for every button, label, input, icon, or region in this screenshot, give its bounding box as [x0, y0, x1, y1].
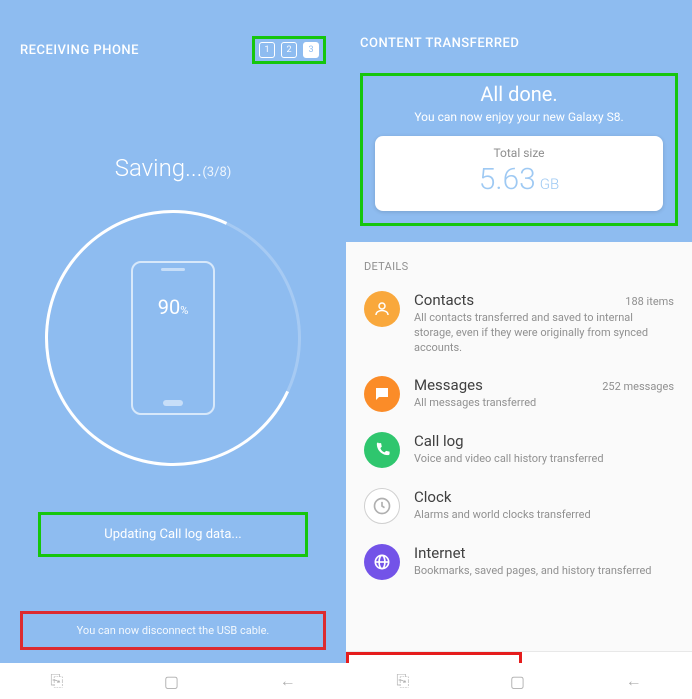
detail-text: Messages 252 messages All messages trans… — [414, 376, 674, 411]
detail-text: Clock Alarms and world clocks transferre… — [414, 488, 674, 523]
receiving-phone-screen: RECEIVING PHONE 1 2 3 Saving...(3/8) 90%… — [0, 0, 346, 699]
contacts-icon — [364, 291, 400, 327]
detail-text: Call log Voice and video call history tr… — [414, 432, 674, 467]
done-title: All done. — [375, 82, 663, 106]
clock-icon — [364, 488, 400, 524]
percent-unit: % — [180, 304, 188, 317]
back-icon[interactable]: ← — [626, 671, 642, 691]
item-title: Contacts — [414, 291, 474, 309]
item-title: Clock — [414, 488, 451, 506]
item-desc: Voice and video call history transferred — [414, 452, 674, 467]
progress-ring: 90% — [45, 210, 301, 466]
transfer-details-list: Contacts 188 items All contacts transfer… — [346, 281, 692, 590]
completion-banner: All done. You can now enjoy your new Gal… — [360, 73, 678, 226]
left-header: RECEIVING PHONE 1 2 3 — [0, 0, 346, 64]
home-icon[interactable]: ▢ — [510, 672, 525, 691]
saving-status: Saving...(3/8) — [0, 154, 346, 182]
detail-text: Contacts 188 items All contacts transfer… — [414, 291, 674, 356]
android-navbar: ⎘ ▢ ← — [346, 663, 692, 699]
detail-item-contacts[interactable]: Contacts 188 items All contacts transfer… — [360, 281, 678, 366]
size-label: Total size — [375, 146, 663, 160]
details-heading: DETAILS — [346, 242, 692, 281]
item-title: Call log — [414, 432, 464, 450]
item-desc: All contacts transferred and saved to in… — [414, 311, 674, 356]
page-title: RECEIVING PHONE — [20, 43, 139, 58]
saving-count: (3/8) — [202, 165, 231, 180]
page-title: CONTENT TRANSFERRED — [360, 36, 678, 51]
size-unit: GB — [540, 175, 559, 193]
item-desc: Alarms and world clocks transferred — [414, 508, 674, 523]
detail-text: Internet Bookmarks, saved pages, and his… — [414, 544, 674, 579]
detail-item-internet[interactable]: Internet Bookmarks, saved pages, and his… — [360, 534, 678, 590]
total-size-card: Total size 5.63 GB — [375, 136, 663, 211]
content-transferred-screen: CONTENT TRANSFERRED All done. You can no… — [346, 0, 692, 699]
item-title: Internet — [414, 544, 465, 562]
saving-label: Saving... — [115, 154, 203, 182]
step-2: 2 — [281, 42, 297, 58]
android-navbar: ⎘ ▢ ← — [0, 663, 346, 699]
recent-apps-icon[interactable]: ⎘ — [50, 671, 63, 691]
call-log-icon — [364, 432, 400, 468]
detail-item-clock[interactable]: Clock Alarms and world clocks transferre… — [360, 478, 678, 534]
item-desc: All messages transferred — [414, 396, 674, 411]
step-indicator: 1 2 3 — [252, 36, 326, 64]
home-icon[interactable]: ▢ — [164, 672, 179, 691]
step-1: 1 — [259, 42, 275, 58]
internet-icon — [364, 544, 400, 580]
percent-value: 90 — [158, 295, 180, 319]
step-3: 3 — [303, 42, 319, 58]
phone-icon — [131, 261, 215, 415]
size-value: 5.63 — [479, 162, 536, 197]
item-title: Messages — [414, 376, 483, 394]
item-desc: Bookmarks, saved pages, and history tran… — [414, 564, 674, 579]
done-subtitle: You can now enjoy your new Galaxy S8. — [375, 110, 663, 124]
item-meta: 252 messages — [602, 380, 674, 393]
disconnect-message: You can now disconnect the USB cable. — [20, 611, 326, 650]
detail-item-messages[interactable]: Messages 252 messages All messages trans… — [360, 366, 678, 422]
right-header: CONTENT TRANSFERRED All done. You can no… — [346, 0, 692, 242]
back-icon[interactable]: ← — [280, 671, 296, 691]
progress-percent: 90% — [158, 295, 189, 319]
recent-apps-icon[interactable]: ⎘ — [396, 671, 409, 691]
detail-item-calllog[interactable]: Call log Voice and video call history tr… — [360, 422, 678, 478]
messages-icon — [364, 376, 400, 412]
item-meta: 188 items — [625, 295, 674, 308]
current-task-status: Updating Call log data... — [38, 512, 308, 557]
